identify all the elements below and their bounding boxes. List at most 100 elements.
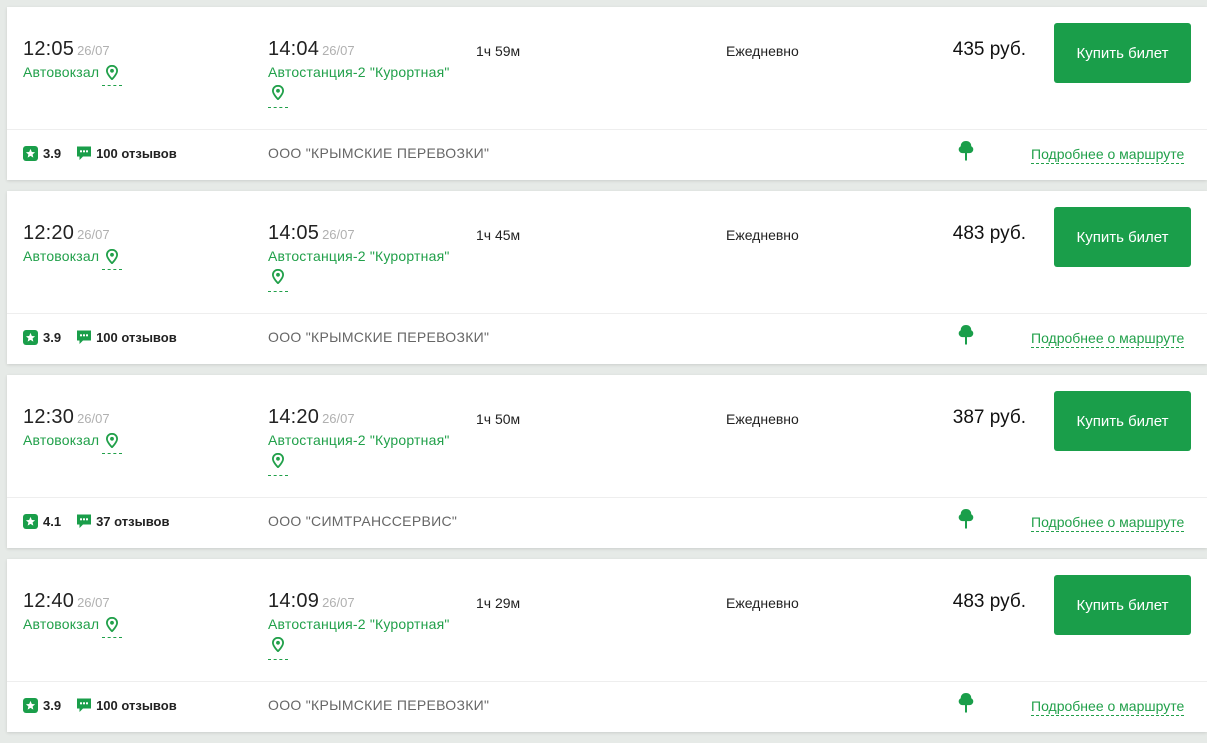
- tree-icon: [957, 324, 975, 346]
- trip-duration: 1ч 29м: [476, 595, 521, 611]
- trip-schedule: Ежедневно: [726, 43, 799, 59]
- route-details-link[interactable]: Подробнее о маршруте: [1031, 514, 1185, 532]
- reviews-link[interactable]: 37 отзывов: [76, 513, 169, 529]
- trip-list: 12:05 26/07 Автовокзал 14:04 26/07 Автоста…: [7, 7, 1207, 743]
- buy-ticket-button[interactable]: Купить билет: [1054, 391, 1191, 451]
- route-details-link[interactable]: Подробнее о маршруте: [1031, 698, 1185, 716]
- departure-date: 26/07: [77, 595, 110, 610]
- arrival-block: 14:09 26/07 Автостанция-2 "Курортная": [268, 590, 450, 660]
- trip-card: 12:20 26/07 Автовокзал 14:05 26/07 Автоста…: [7, 191, 1207, 364]
- trip-schedule: Ежедневно: [726, 595, 799, 611]
- trip-price: 483 руб.: [952, 223, 1026, 244]
- arrival-station: Автостанция-2 "Курортная": [268, 616, 450, 632]
- map-pin-icon[interactable]: [102, 64, 123, 86]
- departure-block: 12:40 26/07 Автовокзал: [23, 590, 123, 638]
- reviews-link[interactable]: 100 отзывов: [76, 145, 177, 161]
- arrival-date: 26/07: [322, 411, 355, 426]
- chat-icon: [76, 145, 92, 161]
- arrival-time: 14:05: [268, 222, 320, 244]
- arrival-station: Автостанция-2 "Курортная": [268, 64, 450, 80]
- trip-duration: 1ч 59м: [476, 43, 521, 59]
- departure-station-name: Автовокзал: [23, 248, 100, 264]
- star-icon: [23, 329, 38, 345]
- star-icon: [23, 697, 38, 713]
- trip-price: 483 руб.: [952, 591, 1026, 612]
- trip-main-row: 12:20 26/07 Автовокзал 14:05 26/07 Автоста…: [7, 191, 1207, 314]
- arrival-station: Автостанция-2 "Курортная": [268, 248, 450, 264]
- map-pin-icon[interactable]: [102, 248, 123, 270]
- rating-value: 4.1: [43, 513, 62, 529]
- arrival-date: 26/07: [322, 43, 355, 58]
- carrier-name: ООО "СИМТРАНССЕРВИС": [268, 513, 458, 529]
- tree-icon: [957, 140, 975, 162]
- trip-info-row: 3.9 100 отзывов ООО "КРЫМСКИЕ ПЕРЕВОЗКИ"…: [7, 314, 1207, 364]
- map-pin-icon[interactable]: [102, 616, 123, 638]
- trip-duration: 1ч 50м: [476, 411, 521, 427]
- departure-time: 12:40: [23, 590, 75, 612]
- trip-info-row: 4.1 37 отзывов ООО "СИМТРАНССЕРВИС" Подр…: [7, 498, 1207, 548]
- route-details-link[interactable]: Подробнее о маршруте: [1031, 146, 1185, 164]
- departure-date: 26/07: [77, 227, 110, 242]
- reviews-count: 37 отзывов: [96, 513, 170, 529]
- buy-ticket-button[interactable]: Купить билет: [1054, 23, 1191, 83]
- trip-price: 387 руб.: [952, 407, 1026, 428]
- map-pin-icon[interactable]: [268, 452, 288, 476]
- reviews-count: 100 отзывов: [96, 329, 177, 345]
- map-pin-icon[interactable]: [268, 84, 288, 108]
- reviews-count: 100 отзывов: [96, 697, 177, 713]
- trip-schedule: Ежедневно: [726, 411, 799, 427]
- trip-info-row: 3.9 100 отзывов ООО "КРЫМСКИЕ ПЕРЕВОЗКИ"…: [7, 682, 1207, 732]
- star-icon: [23, 145, 38, 161]
- arrival-time: 14:04: [268, 38, 320, 60]
- carrier-name: ООО "КРЫМСКИЕ ПЕРЕВОЗКИ": [268, 145, 490, 161]
- departure-station-name: Автовокзал: [23, 64, 100, 80]
- arrival-block: 14:05 26/07 Автостанция-2 "Курортная": [268, 222, 450, 292]
- departure-date: 26/07: [77, 43, 110, 58]
- departure-time: 12:05: [23, 38, 75, 60]
- departure-date: 26/07: [77, 411, 110, 426]
- arrival-date: 26/07: [322, 595, 355, 610]
- reviews-link[interactable]: 100 отзывов: [76, 329, 177, 345]
- departure-station-name: Автовокзал: [23, 432, 100, 448]
- arrival-station: Автостанция-2 "Курортная": [268, 432, 450, 448]
- trip-price: 435 руб.: [952, 39, 1026, 60]
- star-icon: [23, 513, 38, 529]
- arrival-time: 14:09: [268, 590, 320, 612]
- departure-time: 12:20: [23, 222, 75, 244]
- route-details-link[interactable]: Подробнее о маршруте: [1031, 330, 1185, 348]
- chat-icon: [76, 329, 92, 345]
- departure-station: Автовокзал: [23, 616, 123, 638]
- trip-main-row: 12:05 26/07 Автовокзал 14:04 26/07 Автоста…: [7, 7, 1207, 130]
- arrival-date: 26/07: [322, 227, 355, 242]
- trip-duration: 1ч 45м: [476, 227, 521, 243]
- trip-card: 12:40 26/07 Автовокзал 14:09 26/07 Автоста…: [7, 559, 1207, 732]
- reviews-count: 100 отзывов: [96, 145, 177, 161]
- chat-icon: [76, 513, 92, 529]
- trip-card: 12:05 26/07 Автовокзал 14:04 26/07 Автоста…: [7, 7, 1207, 180]
- departure-block: 12:20 26/07 Автовокзал: [23, 222, 123, 270]
- rating-value: 3.9: [43, 697, 62, 713]
- buy-ticket-button[interactable]: Купить билет: [1054, 207, 1191, 267]
- map-pin-icon[interactable]: [268, 268, 288, 292]
- departure-time: 12:30: [23, 406, 75, 428]
- arrival-block: 14:04 26/07 Автостанция-2 "Курортная": [268, 38, 450, 108]
- tree-icon: [957, 508, 975, 530]
- departure-station: Автовокзал: [23, 248, 123, 270]
- departure-station: Автовокзал: [23, 64, 123, 86]
- departure-block: 12:05 26/07 Автовокзал: [23, 38, 123, 86]
- buy-ticket-button[interactable]: Купить билет: [1054, 575, 1191, 635]
- map-pin-icon[interactable]: [268, 636, 288, 660]
- map-pin-icon[interactable]: [102, 432, 123, 454]
- trip-info-row: 3.9 100 отзывов ООО "КРЫМСКИЕ ПЕРЕВОЗКИ"…: [7, 130, 1207, 180]
- departure-block: 12:30 26/07 Автовокзал: [23, 406, 123, 454]
- arrival-block: 14:20 26/07 Автостанция-2 "Курортная": [268, 406, 450, 476]
- trip-schedule: Ежедневно: [726, 227, 799, 243]
- trip-card: 12:30 26/07 Автовокзал 14:20 26/07 Автоста…: [7, 375, 1207, 548]
- carrier-rating: 3.9 100 отзывов: [23, 145, 177, 161]
- rating-value: 3.9: [43, 329, 62, 345]
- carrier-name: ООО "КРЫМСКИЕ ПЕРЕВОЗКИ": [268, 329, 490, 345]
- rating-value: 3.9: [43, 145, 62, 161]
- carrier-rating: 3.9 100 отзывов: [23, 329, 177, 345]
- trip-main-row: 12:40 26/07 Автовокзал 14:09 26/07 Автоста…: [7, 559, 1207, 682]
- departure-station-name: Автовокзал: [23, 616, 100, 632]
